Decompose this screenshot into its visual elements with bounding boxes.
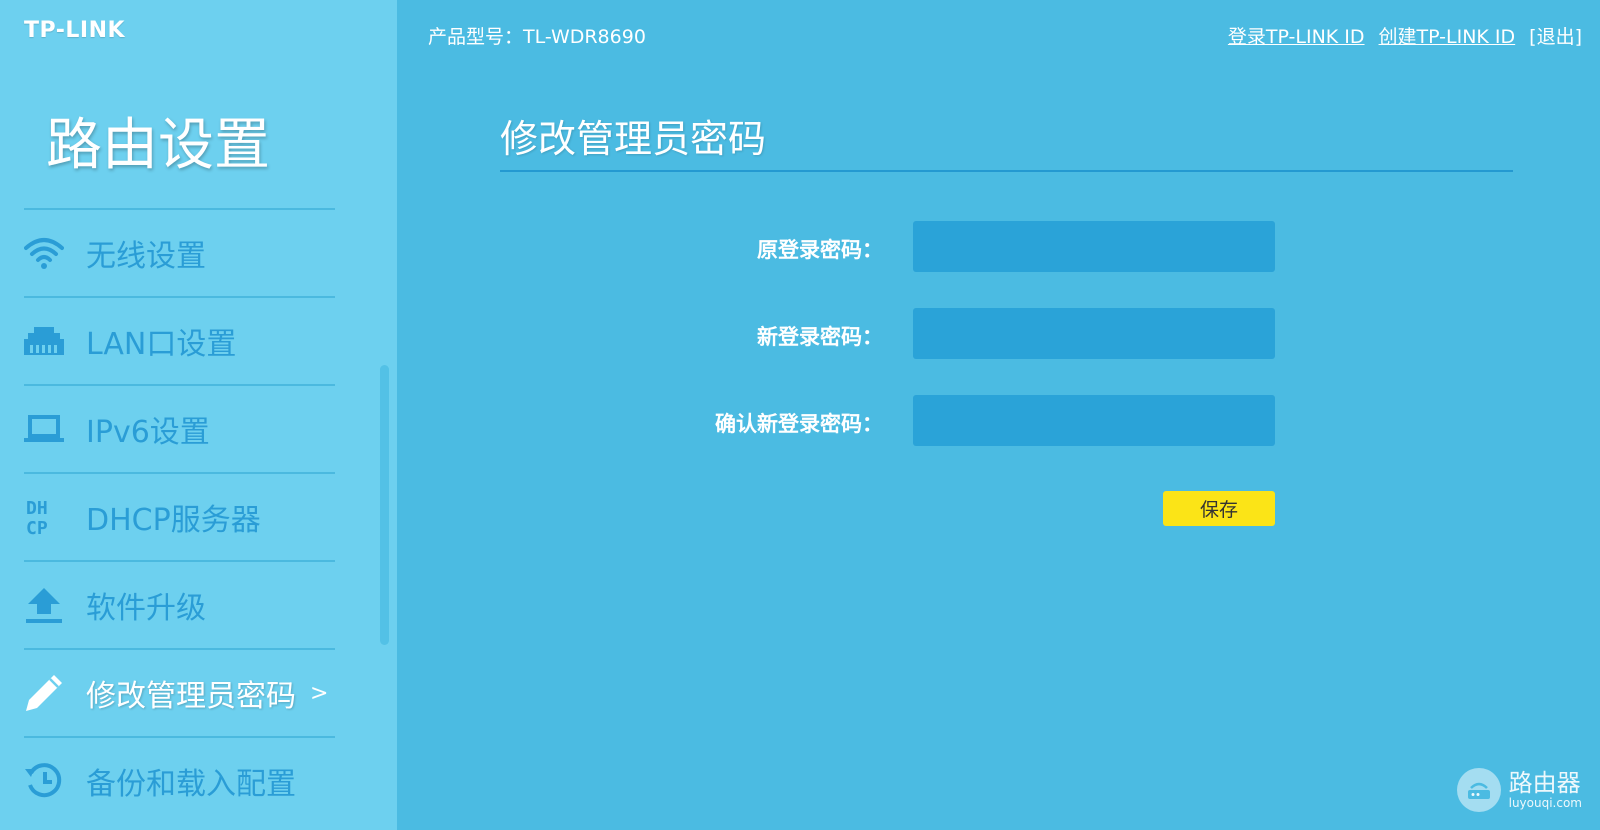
sidebar-item-label: LAN口设置: [86, 327, 237, 362]
save-button[interactable]: 保存: [1163, 491, 1275, 526]
form-row-confirm-password: 确认新登录密码：: [600, 395, 1275, 447]
watermark-text: 路由器 luyouqi.com: [1509, 770, 1582, 810]
sidebar-item-label: 备份和载入配置: [86, 767, 296, 802]
laptop-icon: [24, 409, 64, 449]
watermark-domain: luyouqi.com: [1508, 795, 1582, 810]
sidebar-item-label: DHCP服务器: [86, 503, 261, 538]
sidebar-item-label: 修改管理员密码: [86, 679, 296, 714]
sidebar-item-label: 无线设置: [86, 239, 206, 274]
sidebar-item-label: 软件升级: [86, 591, 206, 626]
page-title: 修改管理员密码: [500, 117, 767, 161]
sidebar: TP-LINK 路由设置 无线设置 LAN口设置 IPv6设置 DH CP DH…: [0, 0, 397, 830]
login-tplink-id-link[interactable]: 登录TP-LINK ID: [1228, 22, 1365, 49]
sidebar-item-label: IPv6设置: [86, 415, 210, 450]
sidebar-scrollbar[interactable]: [380, 365, 389, 645]
wifi-icon: [24, 233, 64, 273]
sidebar-item-ipv6[interactable]: IPv6设置: [24, 384, 335, 472]
watermark: 路由器 luyouqi.com: [1456, 768, 1582, 812]
confirm-password-input[interactable]: [913, 395, 1275, 446]
old-password-input[interactable]: [913, 221, 1275, 272]
form-row-old-password: 原登录密码：: [600, 221, 1275, 273]
title-divider: [500, 170, 1513, 172]
svg-text:CP: CP: [26, 518, 48, 537]
watermark-name: 路由器: [1508, 769, 1581, 798]
upload-icon: [24, 585, 64, 625]
form-row-new-password: 新登录密码：: [600, 308, 1275, 360]
sidebar-item-upgrade[interactable]: 软件升级: [24, 560, 335, 648]
create-tplink-id-link[interactable]: 创建TP-LINK ID: [1379, 22, 1516, 49]
svg-text:DH: DH: [26, 498, 48, 519]
history-icon: [24, 761, 64, 801]
tp-link-logo: TP-LINK: [24, 18, 126, 43]
lan-port-icon: [24, 321, 64, 361]
pencil-icon: [24, 673, 64, 713]
router-logo-icon: [1456, 768, 1501, 812]
sidebar-item-change-admin-password[interactable]: 修改管理员密码 >: [24, 648, 335, 736]
sidebar-title: 路由设置: [46, 113, 270, 178]
new-password-label: 新登录密码：: [757, 325, 883, 349]
dhcp-icon: DH CP: [24, 497, 64, 537]
new-password-input[interactable]: [913, 308, 1275, 359]
sidebar-menu: 无线设置 LAN口设置 IPv6设置 DH CP DHCP服务器 软件升级 修改…: [24, 208, 335, 824]
sidebar-item-dhcp[interactable]: DH CP DHCP服务器: [24, 472, 335, 560]
old-password-label: 原登录密码：: [757, 238, 883, 262]
logout-link[interactable]: [退出]: [1529, 22, 1582, 49]
sidebar-item-wireless[interactable]: 无线设置: [24, 208, 335, 296]
sidebar-item-backup[interactable]: 备份和载入配置: [24, 736, 335, 824]
confirm-password-label: 确认新登录密码：: [715, 412, 883, 436]
active-arrow-icon: >: [310, 680, 329, 706]
sidebar-item-lan[interactable]: LAN口设置: [24, 296, 335, 384]
product-model: 产品型号：TL-WDR8690: [428, 26, 646, 48]
topbar-links: 登录TP-LINK ID 创建TP-LINK ID [退出]: [1228, 22, 1582, 49]
